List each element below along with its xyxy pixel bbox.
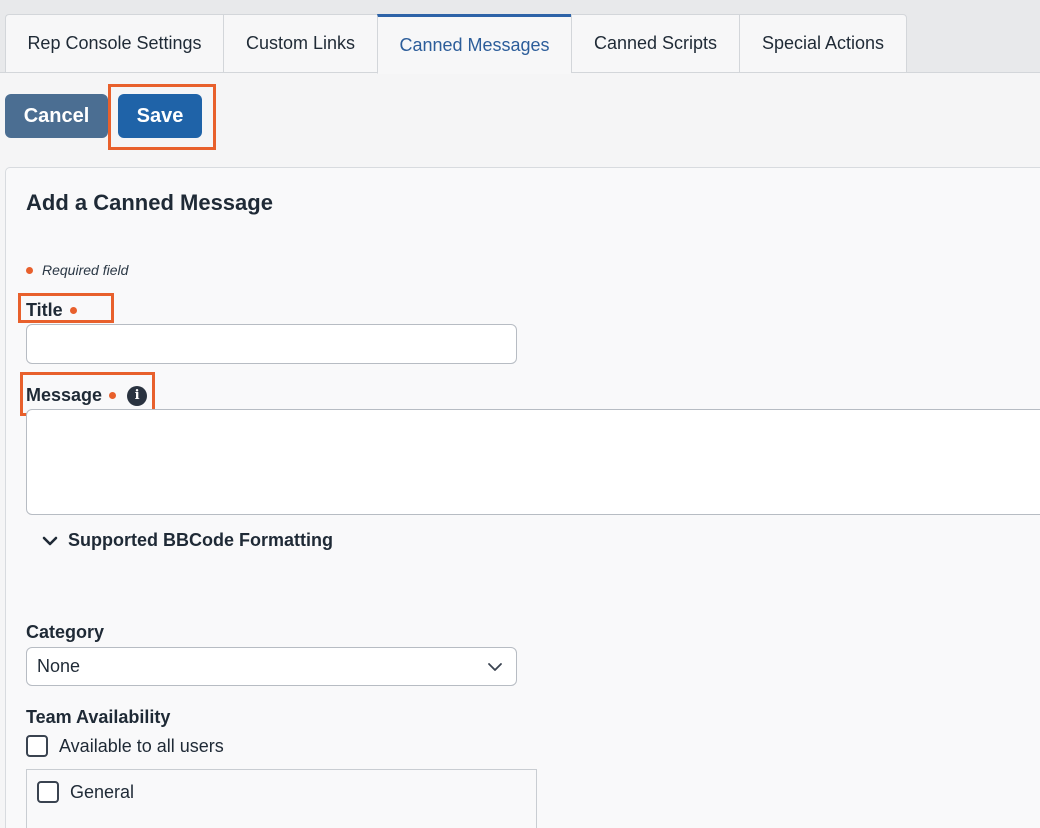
bbcode-formatting-toggle[interactable]: Supported BBCode Formatting <box>42 530 333 551</box>
chevron-down-icon <box>488 663 502 671</box>
team-availability-label: Team Availability <box>26 707 170 728</box>
required-field-text: Required field <box>42 262 129 278</box>
save-button[interactable]: Save <box>118 94 202 138</box>
tab-custom-links[interactable]: Custom Links <box>223 14 377 73</box>
title-label-text: Title <box>26 300 63 320</box>
title-input[interactable] <box>26 324 517 364</box>
cancel-button[interactable]: Cancel <box>5 94 108 138</box>
tab-bar: Rep Console Settings Custom Links Canned… <box>0 0 1040 74</box>
category-select[interactable]: None <box>26 647 517 686</box>
tab-list: Rep Console Settings Custom Links Canned… <box>5 14 907 74</box>
message-label: Message i <box>26 385 148 406</box>
message-textarea[interactable] <box>26 409 1040 515</box>
team-option-general[interactable]: General <box>37 781 134 803</box>
team-general-label: General <box>70 781 135 802</box>
required-indicator-icon <box>69 307 77 314</box>
message-label-text: Message <box>26 385 103 405</box>
chevron-down-icon <box>42 536 58 545</box>
page: Rep Console Settings Custom Links Canned… <box>0 0 1040 828</box>
title-label: Title <box>26 300 77 321</box>
category-label: Category <box>26 622 104 643</box>
bbcode-formatting-label: Supported BBCode Formatting <box>68 530 333 550</box>
tab-rep-console-settings[interactable]: Rep Console Settings <box>5 14 223 73</box>
team-general-checkbox[interactable] <box>37 781 59 803</box>
team-availability-label-text: Team Availability <box>26 707 171 727</box>
tab-canned-messages[interactable]: Canned Messages <box>377 14 571 74</box>
required-indicator-icon <box>26 266 33 274</box>
available-to-all-users-option[interactable]: Available to all users <box>26 735 224 757</box>
category-label-text: Category <box>26 622 105 642</box>
category-selected-value: None <box>37 656 81 676</box>
info-circle-icon[interactable]: i <box>127 385 148 406</box>
available-to-all-users-label: Available to all users <box>59 735 224 756</box>
required-field-note: Required field <box>26 262 128 278</box>
tab-canned-scripts[interactable]: Canned Scripts <box>571 14 739 73</box>
tab-special-actions[interactable]: Special Actions <box>739 14 907 73</box>
form-heading: Add a Canned Message <box>26 190 273 215</box>
required-indicator-icon <box>109 392 117 399</box>
available-to-all-users-checkbox[interactable] <box>26 735 48 757</box>
